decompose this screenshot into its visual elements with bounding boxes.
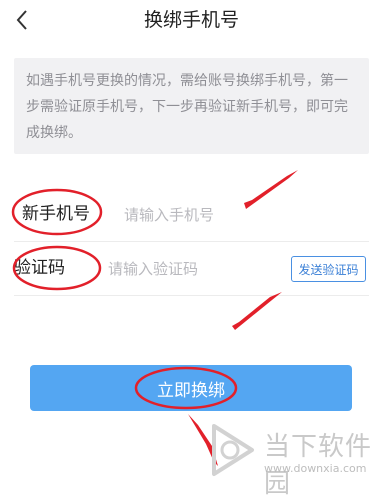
info-notice: 如遇手机号更换的情况，需给账号换绑手机号，第一步需验证原手机号，下一步再验证新手… bbox=[14, 58, 369, 154]
watermark: 当下软件园 www.downxia.com bbox=[208, 422, 378, 499]
annotation-arrow bbox=[232, 292, 282, 330]
phone-row: 新手机号 bbox=[14, 186, 369, 242]
watermark-logo-icon bbox=[212, 424, 254, 476]
divider bbox=[14, 295, 369, 296]
code-input[interactable] bbox=[106, 250, 285, 288]
code-row: 验证码 发送验证码 bbox=[14, 240, 369, 296]
phone-label: 新手机号 bbox=[22, 204, 90, 224]
page-title: 换绑手机号 bbox=[143, 9, 239, 31]
code-label: 验证码 bbox=[14, 258, 65, 278]
rebind-submit-button[interactable]: 立即换绑 bbox=[30, 365, 352, 411]
phone-input[interactable] bbox=[122, 196, 356, 234]
send-code-button[interactable]: 发送验证码 bbox=[291, 256, 366, 282]
notice-text: 如遇手机号更换的情况，需给账号换绑手机号，第一步需验证原手机号，下一步再验证新手… bbox=[26, 73, 348, 141]
watermark-url: www.downxia.com bbox=[264, 462, 367, 475]
top-bar: 换绑手机号 bbox=[0, 0, 383, 44]
